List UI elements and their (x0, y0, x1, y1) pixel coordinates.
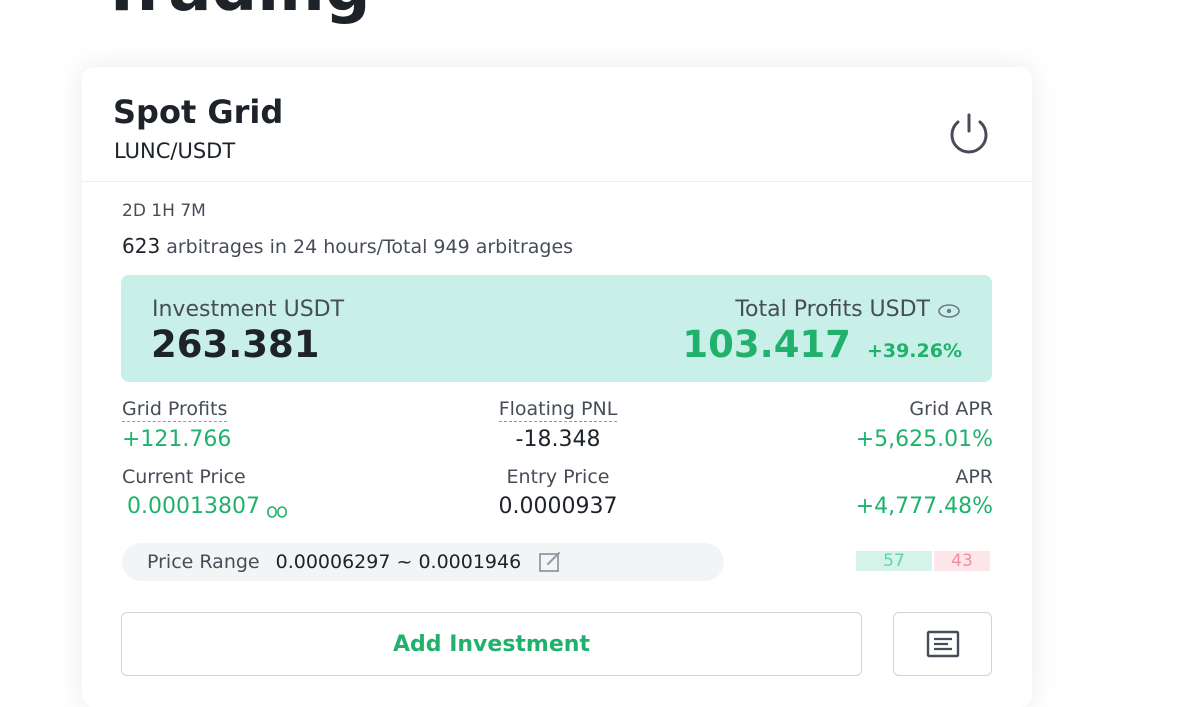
current-price-value: 0.00013807 (127, 494, 260, 519)
running-time: 2D 1H 7M (122, 201, 206, 221)
list-icon (926, 630, 959, 658)
grid-profits-label[interactable]: Grid Profits (122, 398, 228, 422)
current-price-label: Current Price (122, 466, 246, 488)
arbitrage-count-24h: 623 (122, 234, 161, 258)
apr-label: APR (955, 466, 993, 488)
grid-apr-label: Grid APR (909, 398, 993, 420)
investment-value: 263.381 (151, 323, 320, 366)
total-profits-value: 103.417 (682, 323, 851, 366)
infinity-icon (266, 500, 288, 518)
strategy-title: Spot Grid (113, 93, 284, 131)
total-profits-values: 103.417 +39.26% (682, 323, 962, 366)
floating-pnl-value: -18.348 (515, 427, 601, 452)
power-icon[interactable] (944, 111, 994, 155)
eye-icon[interactable] (938, 303, 960, 318)
floating-pnl-label[interactable]: Floating PNL (498, 398, 618, 422)
apr-value: +4,777.48% (855, 494, 993, 519)
price-range-label: Price Range (147, 551, 260, 573)
current-price-row: 0.00013807 (127, 494, 288, 519)
edit-icon[interactable] (537, 550, 563, 574)
total-profits-label: Total Profits USDT (735, 297, 930, 322)
card-header: Spot Grid LUNC/USDT (82, 67, 1032, 182)
entry-price-value: 0.0000937 (498, 494, 618, 519)
total-profits-header: Total Profits USDT (735, 297, 960, 322)
investment-label: Investment USDT (152, 297, 345, 322)
trading-pair: LUNC/USDT (114, 139, 236, 163)
price-range-pill: Price Range 0.00006297 ~ 0.0001946 (122, 543, 724, 581)
entry-price-label: Entry Price (506, 466, 610, 488)
grid-profits-value: +121.766 (122, 427, 232, 452)
sell-orders-count: 43 (934, 551, 990, 571)
summary-panel: Investment USDT 263.381 Total Profits US… (121, 275, 992, 382)
buy-orders-count: 57 (856, 551, 932, 571)
details-button[interactable] (893, 612, 992, 676)
arbitrage-text: arbitrages in 24 hours/Total 949 arbitra… (160, 236, 574, 258)
spot-grid-card: Spot Grid LUNC/USDT 2D 1H 7M 623 arbitra… (82, 67, 1032, 707)
arbitrage-summary: 623 arbitrages in 24 hours/Total 949 arb… (122, 234, 573, 258)
page-heading: Trading (100, 0, 371, 26)
total-profits-percent: +39.26% (866, 340, 962, 362)
floating-pnl-label-wrap: Floating PNL (473, 398, 643, 422)
price-range-value: 0.00006297 ~ 0.0001946 (275, 551, 522, 573)
add-investment-label: Add Investment (393, 631, 590, 657)
add-investment-button[interactable]: Add Investment (121, 612, 862, 676)
grid-apr-value: +5,625.01% (855, 427, 993, 452)
order-ratio-bar: 57 43 (856, 551, 990, 571)
